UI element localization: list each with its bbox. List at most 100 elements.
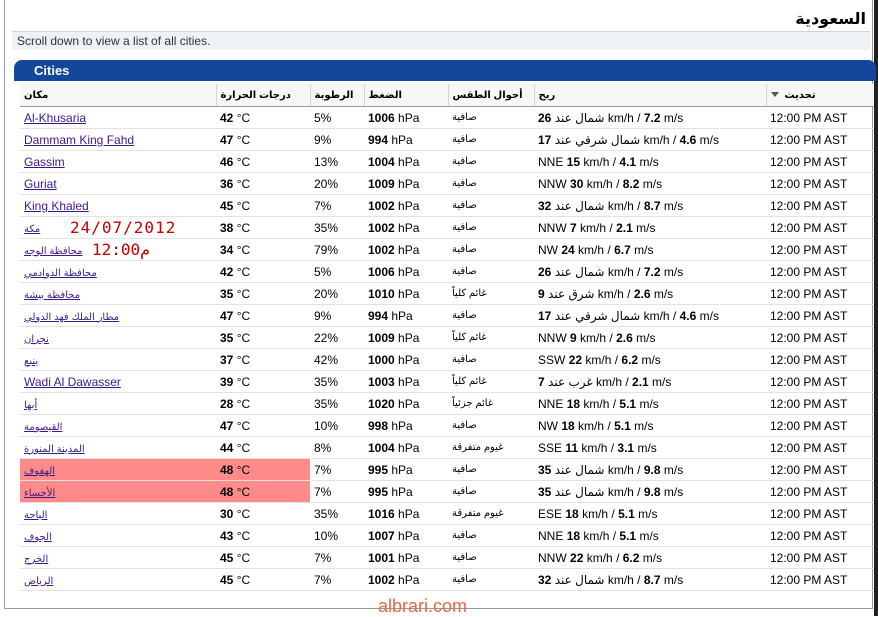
table-row: محافظة الدوادمي 42 °C 5% 1006 hPa صافية شمال … [20, 260, 874, 283]
wind-kmh-value: 9 [538, 286, 545, 301]
city-link[interactable]: الهفوف [24, 466, 55, 477]
wind-ms-value: 6.2 [621, 352, 639, 367]
wind-ms-unit: m/s [652, 374, 672, 389]
col-header-updated-label: تحديث [784, 89, 816, 101]
wind-cell: NW 18 km/h / 5.1 m/s [534, 414, 766, 437]
wind-ms-unit: m/s [636, 330, 656, 345]
city-link[interactable]: الرياض [24, 576, 53, 587]
pressure-cell: 1002 hPa [364, 238, 448, 261]
city-link[interactable]: الجوف [24, 532, 52, 543]
wind-kmh-value: 35 [538, 462, 552, 477]
wind-cell: NNW 22 km/h / 6.2 m/s [534, 546, 766, 569]
city-link[interactable]: Guriat [24, 177, 57, 191]
col-header-updated[interactable]: تحديث [765, 84, 874, 107]
city-cell: ينبع [20, 348, 216, 371]
updated-cell: 12:00 PM AST [766, 370, 874, 393]
wind-ms-value: 6.7 [614, 242, 631, 257]
city-link[interactable]: مطار الملك فهد الدولي [24, 312, 119, 323]
pressure-value: 1004 [368, 154, 395, 169]
col-header-wind[interactable]: ريح [533, 84, 766, 107]
humidity-cell: 5% [310, 106, 364, 129]
city-link[interactable]: مكة [24, 224, 40, 235]
city-link[interactable]: أبها [24, 400, 37, 411]
temperature-unit: °C [236, 264, 251, 279]
city-link[interactable]: محافظة بيشة [24, 290, 80, 301]
city-cell: Al-Khusaria [20, 106, 216, 129]
pressure-cell: 1007 hPa [364, 524, 448, 547]
wind-kmh-unit: km/h [607, 198, 634, 213]
updated-cell: 12:00 PM AST [766, 106, 874, 129]
city-cell: أبها [20, 392, 216, 415]
wind-direction: NNW [538, 330, 567, 345]
wind-direction: شمال عند [554, 484, 605, 499]
wind-kmh-unit: km/h [580, 220, 607, 235]
conditions-cell: صافية [448, 150, 534, 173]
updated-cell: 12:00 PM AST [766, 194, 874, 217]
pressure-value: 1006 [368, 264, 395, 279]
city-link[interactable]: القيصومة [24, 422, 62, 433]
conditions-cell: صافية [448, 304, 534, 327]
humidity-cell: 13% [310, 150, 364, 173]
city-link[interactable]: Wadi Al Dawasser [24, 375, 121, 389]
city-link[interactable]: الباحة [24, 510, 47, 521]
wind-ms-value: 2.6 [616, 330, 633, 345]
temperature-cell: 48 °C [216, 480, 310, 503]
wind-ms-value: 5.1 [619, 528, 637, 543]
wind-cell: NNW 7 km/h / 2.1 m/s [534, 216, 766, 239]
col-header-conditions[interactable]: أحوال الطقس [447, 84, 534, 107]
wind-direction: NNE [538, 154, 564, 169]
conditions-cell: صافية [448, 348, 534, 371]
city-link[interactable]: المدينة المنورة [24, 444, 85, 455]
wind-direction: شمال عند [554, 264, 605, 279]
temperature-value: 42 [220, 264, 234, 279]
table-row: الأحساء 48 °C 7% 995 hPa صافية شمال عند 35 km… [20, 480, 874, 503]
city-link[interactable]: الأحساء [24, 488, 55, 499]
conditions-cell: صافية [448, 216, 534, 239]
col-header-place[interactable]: مكان [20, 84, 216, 107]
wind-direction: شمال شرقي عند [554, 308, 641, 323]
temperature-cell: 48 °C [216, 458, 310, 481]
city-link[interactable]: Dammam King Fahd [24, 133, 134, 147]
table-row: King Khaled 45 °C 7% 1002 hPa صافية شمال عند … [20, 194, 874, 217]
wind-cell: SSE 11 km/h / 3.1 m/s [534, 436, 766, 459]
humidity-cell: 22% [310, 326, 364, 349]
pressure-value: 1000 [368, 352, 395, 367]
city-link[interactable]: محافظة الدوادمي [24, 268, 97, 279]
pressure-value: 1001 [368, 550, 395, 565]
city-link[interactable]: Al-Khusaria [24, 111, 86, 125]
wind-kmh-value: 9 [570, 330, 577, 345]
city-cell: مطار الملك فهد الدولي [20, 304, 216, 327]
temperature-cell: 39 °C [216, 370, 310, 393]
wind-cell: NNE 15 km/h / 4.1 m/s [534, 150, 766, 173]
humidity-cell: 7% [310, 480, 364, 503]
humidity-cell: 8% [310, 436, 364, 459]
pressure-cell: 1001 hPa [364, 546, 448, 569]
wind-ms-value: 5.1 [619, 396, 637, 411]
city-link[interactable]: الخرج [24, 554, 48, 565]
wind-kmh-value: 18 [561, 418, 575, 433]
humidity-cell: 42% [310, 348, 364, 371]
updated-cell: 12:00 PM AST [766, 392, 874, 415]
wind-kmh-value: 11 [565, 440, 579, 455]
temperature-unit: °C [236, 484, 251, 499]
city-link[interactable]: King Khaled [24, 199, 89, 213]
wind-kmh-value: 32 [538, 198, 552, 213]
cities-table: مكان درجات الحرارة الرطوبة الضغط أحوال ا… [20, 84, 874, 591]
wind-kmh-value: 18 [566, 528, 581, 543]
city-link[interactable]: ينبع [24, 356, 38, 367]
temperature-cell: 45 °C [216, 194, 310, 217]
city-link[interactable]: محافظة الوجه [24, 246, 83, 257]
pressure-unit: hPa [398, 528, 420, 543]
table-row: Wadi Al Dawasser 39 °C 35% 1003 hPa غائم كلي… [20, 370, 874, 393]
col-header-humidity[interactable]: الرطوبة [309, 84, 364, 107]
conditions-cell: صافية [448, 172, 534, 195]
col-header-pressure[interactable]: الضغط [363, 84, 448, 107]
humidity-cell: 10% [310, 524, 364, 547]
city-link[interactable]: نجران [24, 334, 49, 345]
updated-cell: 12:00 PM AST [766, 348, 874, 371]
city-cell: الأحساء [20, 480, 216, 503]
col-header-temperature[interactable]: درجات الحرارة [215, 84, 310, 107]
updated-cell: 12:00 PM AST [766, 524, 874, 547]
wind-direction: شمال عند [554, 572, 605, 587]
city-link[interactable]: Gassim [24, 155, 65, 169]
